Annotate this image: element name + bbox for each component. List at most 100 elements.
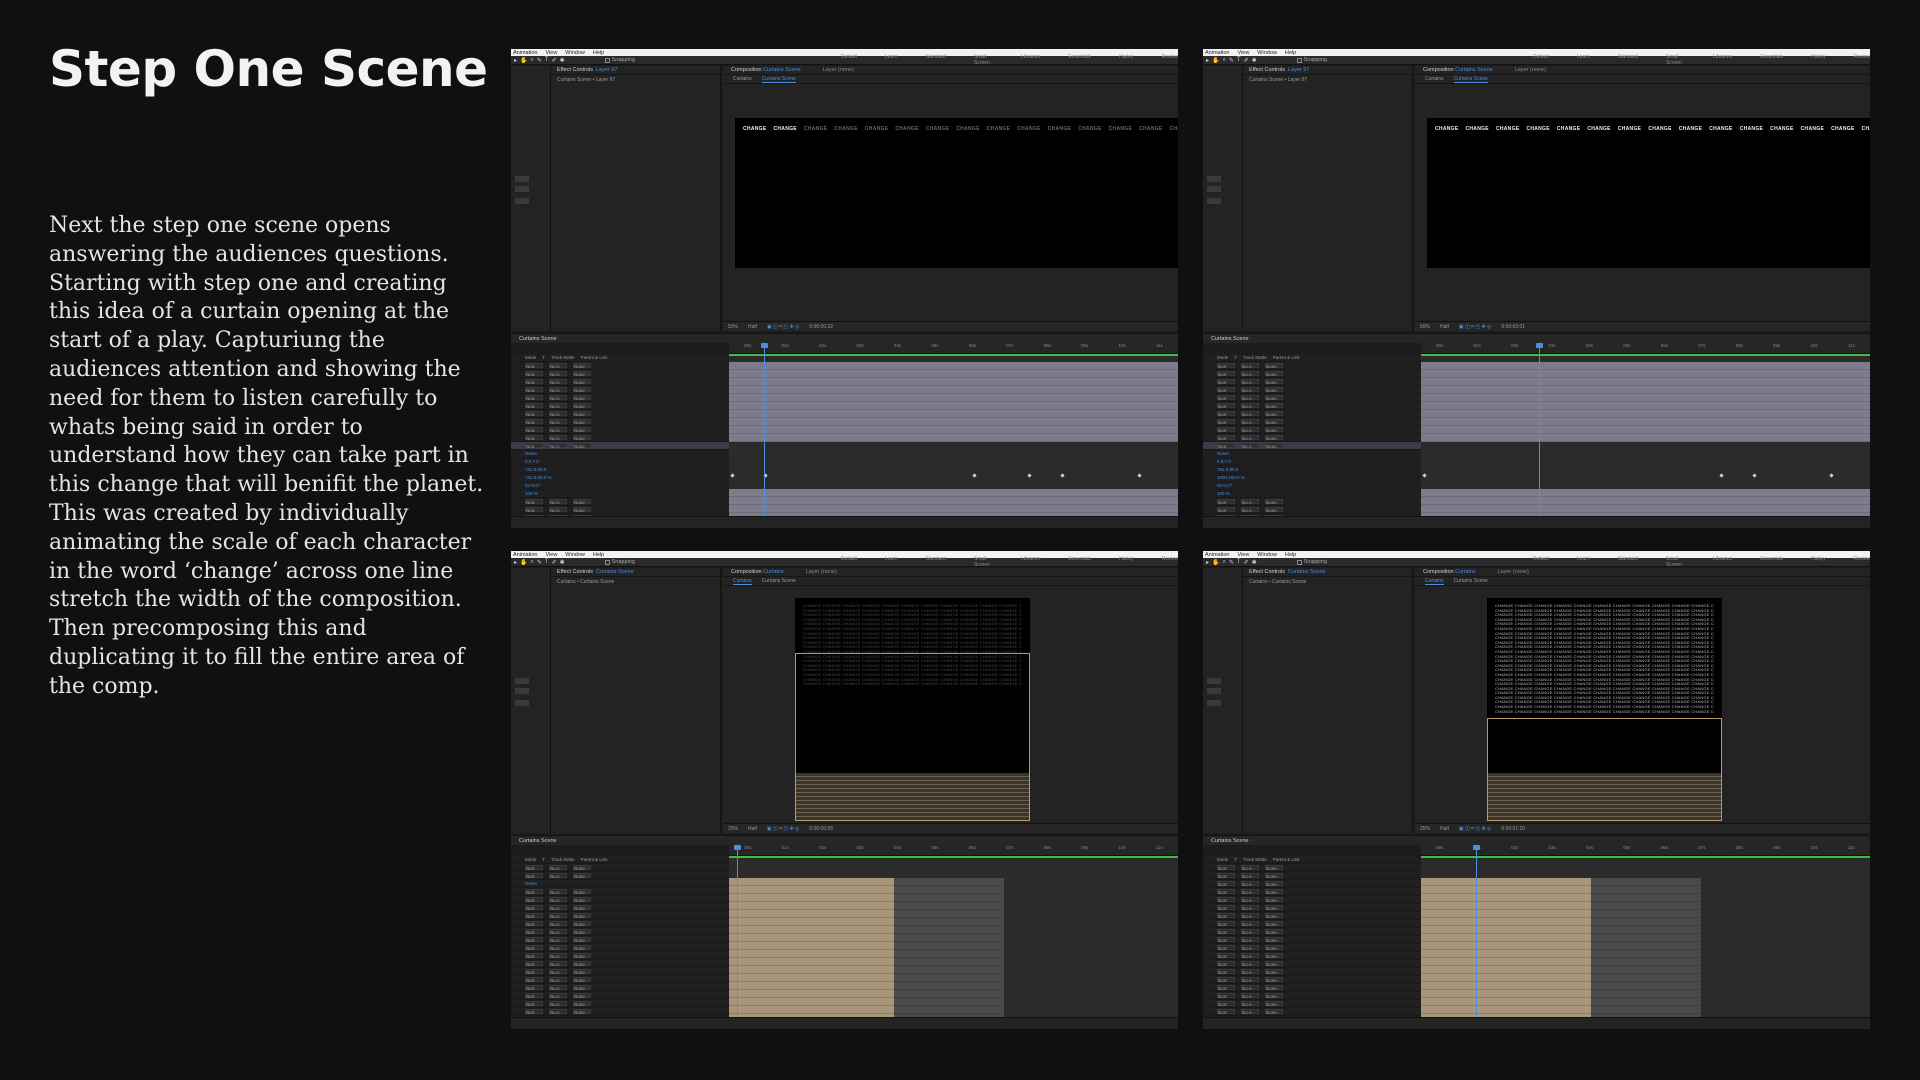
keyframe[interactable] [1060,473,1065,478]
layer-row[interactable]: Norr No A None [1203,394,1421,402]
mode-dropdown[interactable]: Norr [1217,499,1235,505]
parent-dropdown[interactable]: None [1265,993,1283,999]
workspace-tab[interactable]: Libraries [1021,556,1040,568]
work-area-bar[interactable] [729,354,1178,356]
mode-dropdown[interactable]: Norr [1217,913,1235,919]
workspace-tab[interactable]: Standard [926,556,946,568]
composition-tab[interactable]: Composition Curtains Scene [1415,67,1501,73]
track-matte-dropdown[interactable]: No A [549,897,567,903]
workspace-tab[interactable]: Libraries [1713,54,1732,66]
current-timecode[interactable]: 0:00:03:01 [1501,324,1525,330]
mode-dropdown[interactable]: Norr [1217,411,1235,417]
track-matte-dropdown[interactable]: No A [549,419,567,425]
transform-property-row[interactable]: 1000,100.0 % [1203,474,1421,482]
parent-dropdown[interactable]: None [1265,1009,1283,1015]
viewer-toggle-icons[interactable]: ▣ ◫ ⌗ ◰ ✥ ◎ [1459,324,1492,330]
track-matte-dropdown[interactable]: No A [549,395,567,401]
brush-tool-icon[interactable]: ✐ [1244,57,1249,64]
viewer-toggle-icons[interactable]: ▣ ◫ ⌗ ◰ ✥ ◎ [767,826,800,832]
workspace-tab[interactable]: Learn [1577,54,1590,66]
time-ruler[interactable]: 00s01s02s03s04s05s06s07s08s09s10s11s [1421,845,1870,856]
property-value[interactable]: Reset [525,881,537,886]
workspace-tab[interactable]: Learn [885,556,898,568]
layer-row[interactable]: Norr No A None [511,362,729,370]
track-matte-dropdown[interactable]: No A [1241,985,1259,991]
keyframe[interactable] [1719,473,1724,478]
track-matte-dropdown[interactable]: No A [1241,881,1259,887]
menu-item[interactable]: Animation [1205,552,1229,558]
workspace-tab[interactable]: Default [1533,556,1549,568]
mode-dropdown[interactable]: Norr [1217,419,1235,425]
transform-property-row[interactable]: 100 % [511,490,729,498]
layer-row[interactable]: Norr No A None [511,506,729,514]
time-ruler[interactable]: 00s01s02s03s04s05s06s07s08s09s10s11s [729,845,1178,856]
mode-dropdown[interactable]: Norr [1217,865,1235,871]
track-matte-dropdown[interactable]: No A [1241,443,1259,449]
track-matte-dropdown[interactable]: No A [549,403,567,409]
layer-row[interactable]: Norr No A None [1203,928,1421,936]
parent-dropdown[interactable]: None [573,993,591,999]
menu-item[interactable]: Animation [513,50,537,56]
mode-dropdown[interactable]: Norr [525,873,543,879]
timeline-tracks[interactable] [729,343,1178,516]
layer-row[interactable]: Norr No A None [1203,888,1421,896]
track-matte-dropdown[interactable]: No A [1241,969,1259,975]
layer-row[interactable]: Norr No A None [1203,952,1421,960]
parent-dropdown[interactable]: None [573,427,591,433]
viewer-toggle-icons[interactable]: ▣ ◫ ⌗ ◰ ✥ ◎ [767,324,800,330]
menu-item[interactable]: Help [1285,50,1296,56]
mode-dropdown[interactable]: Norr [1217,921,1235,927]
workspace-tab[interactable]: Review [1162,556,1178,568]
menu-item[interactable]: View [1237,552,1249,558]
mode-dropdown[interactable]: Norr [525,969,543,975]
mode-dropdown[interactable]: Norr [525,419,543,425]
layer-row[interactable]: Norr No A None [511,1000,729,1008]
hand-tool-icon[interactable]: ✋ [1212,559,1219,566]
mode-dropdown[interactable]: Norr [525,507,543,513]
workspace-tab[interactable]: Libraries [1713,556,1732,568]
menu-item[interactable]: View [545,552,557,558]
mode-dropdown[interactable]: Norr [525,913,543,919]
track-matte-dropdown[interactable]: No A [1241,937,1259,943]
property-value[interactable]: 0.0,7.0 [1217,459,1231,464]
track-matte-dropdown[interactable]: No A [1241,507,1259,513]
workspace-tab[interactable]: Harley [1811,54,1825,66]
workspace-tab[interactable]: Review [1854,556,1870,568]
timeline-tracks[interactable] [1421,343,1870,516]
menu-item[interactable]: View [545,50,557,56]
mode-dropdown[interactable]: Norr [1217,371,1235,377]
effect-controls-tab[interactable]: Effect Controls Curtains Scene [1243,568,1412,577]
snapping-toggle[interactable]: Snapping [604,57,635,63]
parent-dropdown[interactable]: None [573,937,591,943]
parent-dropdown[interactable]: None [1265,969,1283,975]
layer-row[interactable]: Norr No A None [511,976,729,984]
track-matte-dropdown[interactable]: No A [1241,929,1259,935]
parent-dropdown[interactable]: None [573,507,591,513]
keyframe[interactable] [1137,473,1142,478]
layer-row[interactable]: Norr No A None [511,960,729,968]
workspace-tab[interactable]: Harley [1811,556,1825,568]
mode-dropdown[interactable]: Norr [525,993,543,999]
layer-row[interactable]: Norr No A None [1203,1000,1421,1008]
breadcrumb-curtains-scene[interactable]: Curtains Scene [761,76,796,83]
layer-bounding-box[interactable] [1487,718,1722,821]
mode-dropdown[interactable]: Norr [1217,969,1235,975]
mode-dropdown[interactable]: Norr [1217,873,1235,879]
layer-row[interactable]: Norr No A None [511,864,729,872]
track-matte-dropdown[interactable]: No A [549,921,567,927]
parent-dropdown[interactable]: None [1265,897,1283,903]
menu-item[interactable]: Help [593,50,604,56]
text-tool-icon[interactable]: T [1237,559,1241,566]
layer-row[interactable]: Norr No A None [511,370,729,378]
parent-dropdown[interactable]: None [573,897,591,903]
track-matte-dropdown[interactable]: No A [549,913,567,919]
transform-property-row[interactable]: 0.0,7.0 [1203,458,1421,466]
workspace-tab[interactable]: Default [1533,54,1549,66]
mode-dropdown[interactable]: Norr [525,897,543,903]
parent-dropdown[interactable]: None [573,913,591,919]
layer-row[interactable]: Norr No A None [1203,864,1421,872]
mode-dropdown[interactable]: Norr [1217,977,1235,983]
track-matte-dropdown[interactable]: No A [549,969,567,975]
parent-dropdown[interactable]: None [1265,443,1283,449]
layer-row[interactable]: Norr No A None [1203,378,1421,386]
